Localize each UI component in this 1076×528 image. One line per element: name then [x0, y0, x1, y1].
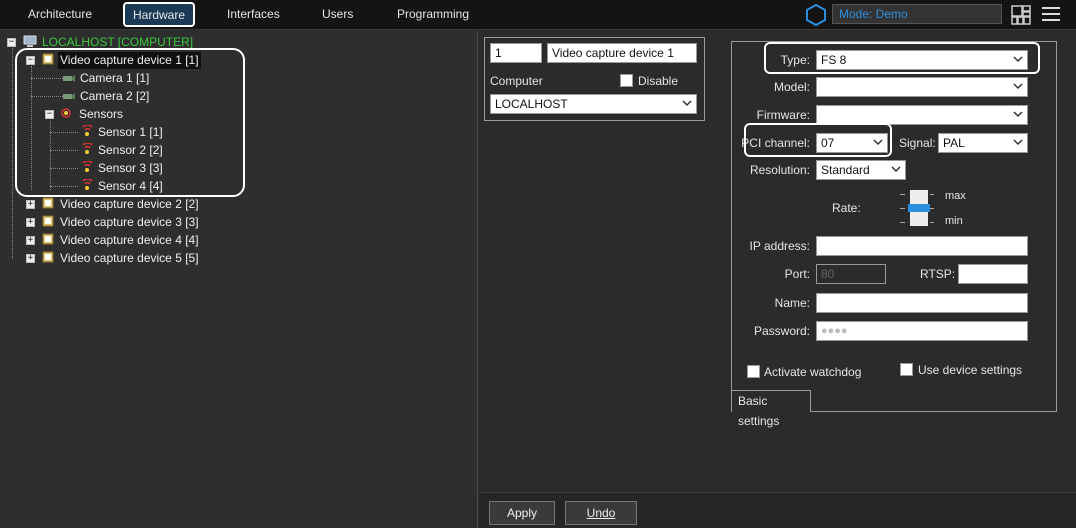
capture-card-icon — [42, 251, 54, 263]
chevron-down-icon — [891, 166, 901, 173]
object-id-field[interactable]: 1 — [490, 43, 542, 63]
object-info-panel: 1 Video capture device 1 Computer Disabl… — [484, 37, 705, 121]
tree-connector — [12, 45, 13, 259]
expand-device-2-toggle[interactable]: + — [26, 200, 35, 209]
use-device-settings-checkbox[interactable] — [900, 363, 913, 376]
computer-select-value: LOCALHOST — [495, 97, 568, 111]
rtsp-field[interactable] — [958, 264, 1028, 284]
activate-watchdog-checkbox[interactable] — [747, 365, 760, 378]
chevron-down-icon — [1013, 139, 1023, 146]
rtsp-label: RTSP: — [920, 267, 956, 281]
chevron-down-icon — [1013, 111, 1023, 118]
tree-node-device-4[interactable]: Video capture device 4 [4] — [58, 232, 201, 249]
resolution-select-value: Standard — [821, 163, 870, 177]
tick-mark — [930, 194, 934, 195]
computer-icon — [23, 35, 37, 47]
firmware-select[interactable] — [816, 105, 1028, 125]
computer-select[interactable]: LOCALHOST — [490, 94, 697, 114]
resolution-label: Resolution: — [749, 163, 810, 177]
tree-node-device-3[interactable]: Video capture device 3 [3] — [58, 214, 201, 231]
rate-label: Rate: — [832, 201, 861, 215]
tick-mark — [930, 208, 934, 209]
highlight-frame — [15, 48, 245, 197]
rate-max-label: max — [945, 190, 966, 202]
name-field[interactable] — [816, 293, 1028, 313]
model-select[interactable] — [816, 77, 1028, 97]
signal-select-value: PAL — [943, 136, 965, 150]
computer-label: Computer — [490, 74, 543, 88]
mode-field[interactable]: Mode: Demo — [832, 4, 1002, 24]
chevron-down-icon — [1013, 83, 1023, 90]
expand-device-5-toggle[interactable]: + — [26, 254, 35, 263]
tab-hardware[interactable]: Hardware — [123, 2, 196, 27]
tab-interfaces[interactable]: Interfaces — [227, 6, 280, 24]
tick-mark — [900, 208, 905, 209]
tab-programming[interactable]: Programming — [397, 6, 469, 24]
hardware-tree-panel: − LOCALHOST [COMPUTER] − Video capture d… — [0, 31, 478, 528]
tree-node-device-2[interactable]: Video capture device 2 [2] — [58, 196, 201, 213]
undo-button[interactable]: Undo — [565, 501, 637, 525]
action-bar: Apply Undo — [479, 492, 1076, 528]
layout-grid-icon[interactable] — [1011, 5, 1031, 25]
device-settings-panel: Type: FS 8 Model: Firmware: PCI channel:… — [731, 41, 1057, 428]
rate-slider-thumb[interactable] — [908, 204, 930, 212]
highlight-frame — [744, 123, 892, 157]
firmware-label: Firmware: — [756, 108, 810, 122]
apply-button[interactable]: Apply — [489, 501, 555, 525]
password-field[interactable]: ●●●● — [816, 321, 1028, 341]
use-device-settings-label: Use device settings — [918, 363, 1023, 377]
collapse-root-toggle[interactable]: − — [7, 38, 16, 47]
name-label: Name: — [774, 296, 810, 310]
port-field[interactable]: 80 — [816, 264, 886, 284]
signal-select[interactable]: PAL — [938, 133, 1028, 153]
password-label: Password: — [753, 324, 810, 338]
rate-min-label: min — [945, 215, 963, 227]
tab-users[interactable]: Users — [322, 6, 353, 24]
tick-mark — [900, 194, 905, 195]
activate-watchdog-label: Activate watchdog — [764, 365, 862, 379]
rate-slider[interactable] — [900, 184, 934, 232]
object-name-field[interactable]: Video capture device 1 — [547, 43, 697, 63]
capture-card-icon — [42, 215, 54, 227]
disable-checkbox[interactable] — [620, 74, 633, 87]
expand-device-3-toggle[interactable]: + — [26, 218, 35, 227]
highlight-frame — [764, 42, 1040, 74]
settings-area: 1 Video capture device 1 Computer Disabl… — [479, 31, 1076, 528]
hexagon-logo-icon — [806, 4, 826, 26]
model-label: Model: — [773, 80, 810, 94]
resolution-select[interactable]: Standard — [816, 160, 906, 180]
top-navigation-bar: Architecture Hardware Interfaces Users P… — [0, 0, 1076, 30]
capture-card-icon — [42, 197, 54, 209]
tick-mark — [900, 222, 905, 223]
chevron-down-icon — [682, 100, 692, 107]
expand-device-4-toggle[interactable]: + — [26, 236, 35, 245]
tree-node-device-5[interactable]: Video capture device 5 [5] — [58, 250, 201, 267]
hamburger-menu-icon[interactable] — [1041, 5, 1061, 23]
port-label: Port: — [784, 267, 810, 281]
disable-label: Disable — [638, 74, 679, 88]
capture-card-icon — [42, 233, 54, 245]
tab-basic-settings[interactable]: Basic settings — [732, 390, 811, 428]
signal-label: Signal: — [899, 136, 936, 150]
tick-mark — [930, 222, 934, 223]
ip-address-label: IP address: — [749, 239, 810, 253]
tab-architecture[interactable]: Architecture — [28, 6, 92, 24]
ip-address-field[interactable] — [816, 236, 1028, 256]
